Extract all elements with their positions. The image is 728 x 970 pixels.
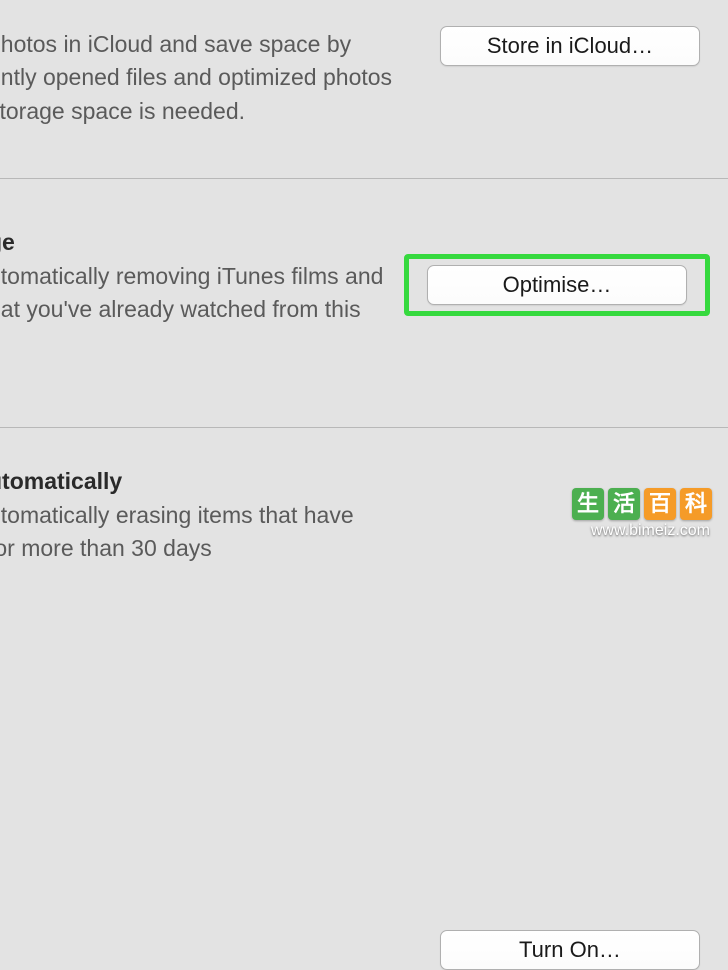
turn-on-button[interactable]: Turn On…: [440, 930, 700, 970]
optimise-heading: ge: [0, 229, 728, 256]
icloud-section: photos in iCloud and save space by ently…: [0, 0, 728, 178]
icloud-description: photos in iCloud and save space by ently…: [0, 28, 398, 128]
text-line: utomatically removing iTunes films and: [0, 260, 398, 293]
text-line: ently opened files and optimized photos: [0, 61, 398, 94]
watermark-char: 科: [680, 488, 712, 520]
watermark-char: 活: [608, 488, 640, 520]
watermark-char: 百: [644, 488, 676, 520]
text-line: storage space is needed.: [0, 95, 398, 128]
watermark-url: www.bimeiz.com: [591, 522, 710, 540]
optimise-button[interactable]: Optimise…: [427, 265, 687, 305]
text-line: photos in iCloud and save space by: [0, 28, 398, 61]
optimise-highlight-box: Optimise…: [404, 254, 710, 316]
text-line: utomatically erasing items that have: [0, 499, 398, 532]
watermark-logo: 生 活 百 科: [572, 488, 712, 520]
watermark-char: 生: [572, 488, 604, 520]
trash-description: utomatically erasing items that have for…: [0, 499, 398, 566]
store-in-icloud-button[interactable]: Store in iCloud…: [440, 26, 700, 66]
text-line: hat you've already watched from this: [0, 293, 398, 326]
optimise-description: utomatically removing iTunes films and h…: [0, 260, 398, 327]
text-line: for more than 30 days: [0, 532, 398, 565]
